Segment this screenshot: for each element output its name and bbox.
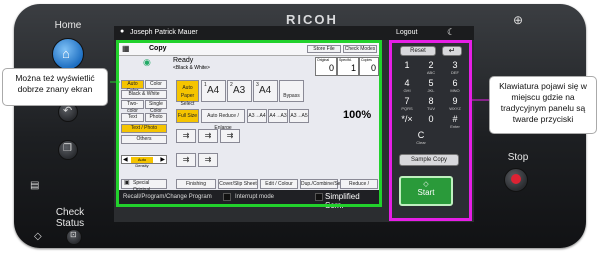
stop-icon (511, 174, 521, 184)
energy-icon: ▤ (30, 180, 40, 191)
callout-right: Klawiatura pojawi się w miejscu gdzie na… (489, 76, 597, 134)
check-status-icon: ⊡ (70, 230, 77, 239)
stop-label: Stop (507, 152, 529, 163)
power-icon[interactable]: ⊕ (513, 13, 523, 27)
home-icon: ⌂ (62, 46, 70, 61)
logout-button[interactable]: Logout (396, 29, 417, 36)
stop-button[interactable] (504, 168, 528, 192)
user-icon: ● (120, 28, 125, 35)
check-status-label: Check Status (55, 207, 85, 229)
user-name: Joseph Patrick Mauer (130, 29, 198, 36)
highlight-keypad (389, 40, 472, 221)
home-button[interactable]: ⌂ (52, 38, 84, 70)
diamond-icon: ◇ (34, 231, 42, 242)
window-button[interactable]: ❐ (58, 140, 78, 160)
user-bar: ● Joseph Patrick Mauer Logout ☾ (114, 26, 474, 40)
brand-logo: RICOH (286, 12, 338, 27)
check-status-button[interactable]: ⊡ (66, 229, 82, 245)
highlight-classic-screen (116, 40, 382, 207)
callout-left: Można też wyświetlić dobrze znany ekran (2, 68, 108, 106)
home-label: Home (54, 20, 82, 31)
window-icon: ❐ (63, 143, 72, 154)
moon-icon[interactable]: ☾ (447, 27, 455, 38)
